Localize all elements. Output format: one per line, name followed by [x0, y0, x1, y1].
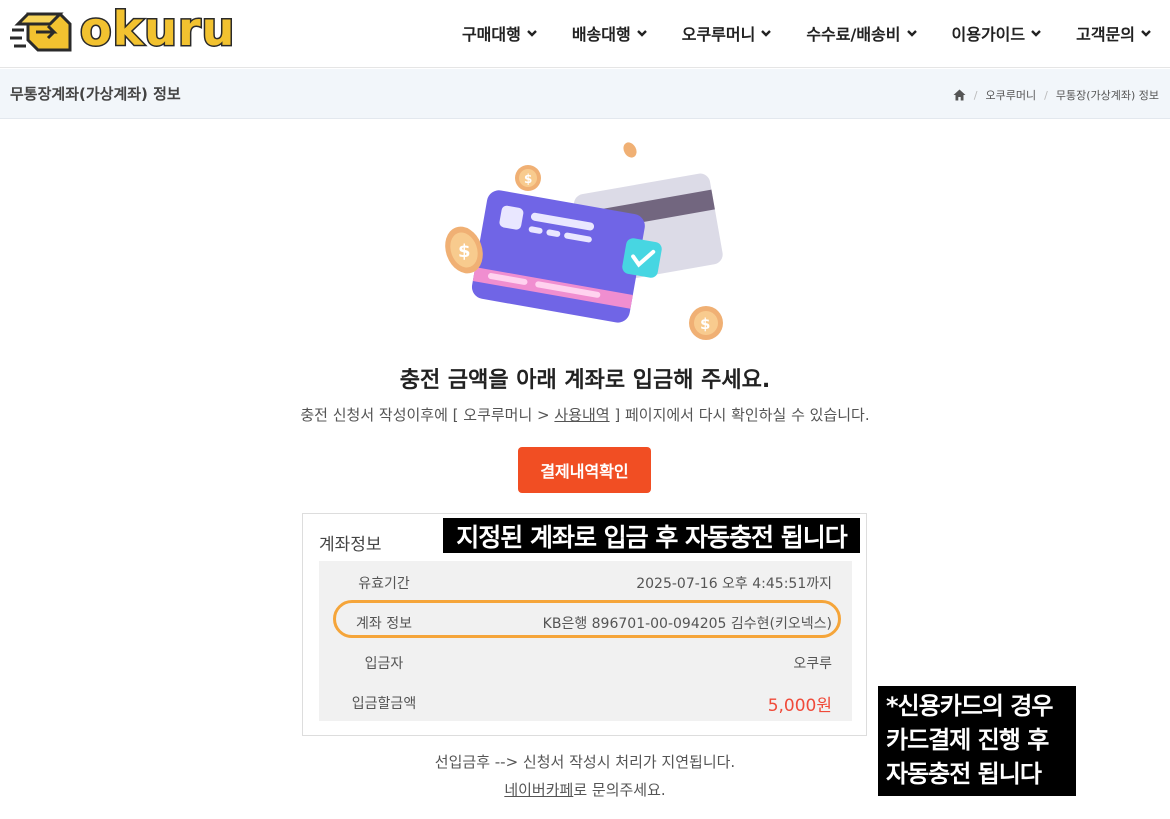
chevron-down-icon	[526, 30, 537, 37]
nav-item-shipping-agency[interactable]: 배송대행	[538, 20, 648, 46]
breadcrumb-item-current: 무통장(가상계좌) 정보	[1055, 89, 1159, 102]
nav-item-purchase-agency[interactable]: 구매대행	[428, 20, 538, 46]
account-info-title: 계좌정보	[319, 535, 382, 555]
account-highlight-ring	[333, 600, 841, 638]
chevron-down-icon	[1141, 30, 1151, 37]
account-info-table: 유효기간 2025-07-16 오후 4:45:51까지 계좌 정보 KB은행 …	[319, 561, 852, 721]
deposit-headline: 충전 금액을 아래 계좌로 입금해 주세요.	[399, 368, 771, 393]
row-label: 입금할금액	[351, 696, 417, 712]
callout-line: *신용카드의 경우	[886, 692, 1053, 720]
auto-charge-callout: 지정된 계좌로 입금 후 자동충전 됩니다	[443, 518, 860, 553]
contact-notice: 네이버카페로 문의주세요.	[0, 779, 1170, 800]
home-icon[interactable]	[953, 89, 966, 101]
row-label: 유효기간	[358, 576, 410, 592]
deposit-subline: 충전 신청서 작성이후에 [ 오쿠루머니 > 사용내역 ] 페이지에서 다시 확…	[0, 404, 1170, 425]
site-header: okuru 구매대행 배송대행 오쿠루머니 수수료/배송비 이용가이드 고객문의	[0, 0, 1170, 68]
breadcrumb: / 오쿠루머니 / 무통장(가상계좌) 정보	[953, 87, 1159, 103]
nav-item-label: 배송대행	[571, 25, 631, 44]
breadcrumb-item-okuru-money[interactable]: 오쿠루머니	[986, 87, 1037, 103]
okuru-logo[interactable]: okuru	[10, 1, 255, 58]
chevron-down-icon	[636, 30, 647, 37]
card-payment-illustration: $ $ $	[445, 142, 723, 340]
nav-item-support[interactable]: 고객문의	[1042, 20, 1152, 46]
logo-wordmark: okuru	[78, 1, 236, 58]
row-label: 입금자	[364, 656, 404, 672]
nav-item-okuru-money[interactable]: 오쿠루머니	[648, 20, 773, 46]
svg-text:$: $	[700, 315, 710, 333]
page-title: 무통장계좌(가상계좌) 정보	[10, 85, 181, 103]
breadcrumb-separator: /	[973, 88, 978, 102]
table-row: 입금자 오쿠루	[319, 641, 852, 681]
naver-cafe-link[interactable]: 네이버카페	[504, 781, 573, 799]
nav-item-label: 수수료/배송비	[806, 25, 901, 44]
row-value: 2025-07-16 오후 4:45:51까지	[636, 576, 832, 592]
nav-item-fees[interactable]: 수수료/배송비	[772, 20, 917, 46]
table-row: 유효기간 2025-07-16 오후 4:45:51까지	[319, 561, 852, 601]
svg-text:$: $	[524, 172, 532, 186]
chevron-down-icon	[906, 30, 917, 37]
payment-history-button[interactable]: 결제내역확인	[518, 447, 651, 493]
subline-suffix: ] 페이지에서 다시 확인하실 수 있습니다.	[609, 406, 870, 424]
chevron-down-icon	[761, 30, 772, 37]
chevron-down-icon	[1031, 30, 1041, 37]
main-nav: 구매대행 배송대행 오쿠루머니 수수료/배송비 이용가이드 고객문의	[428, 20, 1152, 46]
nav-item-label: 구매대행	[461, 25, 521, 44]
nav-item-label: 이용가이드	[951, 25, 1026, 44]
deposit-amount: 5,000원	[767, 696, 832, 716]
table-row: 입금할금액 5,000원	[319, 681, 852, 721]
delay-notice: 선입금후 --> 신청서 작성시 처리가 지연됩니다.	[434, 753, 736, 771]
usage-history-link[interactable]: 사용내역	[554, 406, 609, 424]
nav-item-guide[interactable]: 이용가이드	[918, 20, 1043, 46]
breadcrumb-separator: /	[1044, 88, 1048, 102]
subline-prefix: 충전 신청서 작성이후에 [ 오쿠루머니 >	[300, 406, 555, 424]
contact-suffix: 로 문의주세요.	[573, 781, 666, 799]
nav-item-label: 고객문의	[1076, 25, 1135, 44]
page-subheader: 무통장계좌(가상계좌) 정보 / 오쿠루머니 / 무통장(가상계좌) 정보	[0, 69, 1170, 119]
nav-item-label: 오쿠루머니	[681, 25, 756, 44]
logo-box-icon	[10, 12, 72, 52]
row-value: 오쿠루	[793, 656, 832, 672]
svg-text:$: $	[458, 241, 471, 262]
